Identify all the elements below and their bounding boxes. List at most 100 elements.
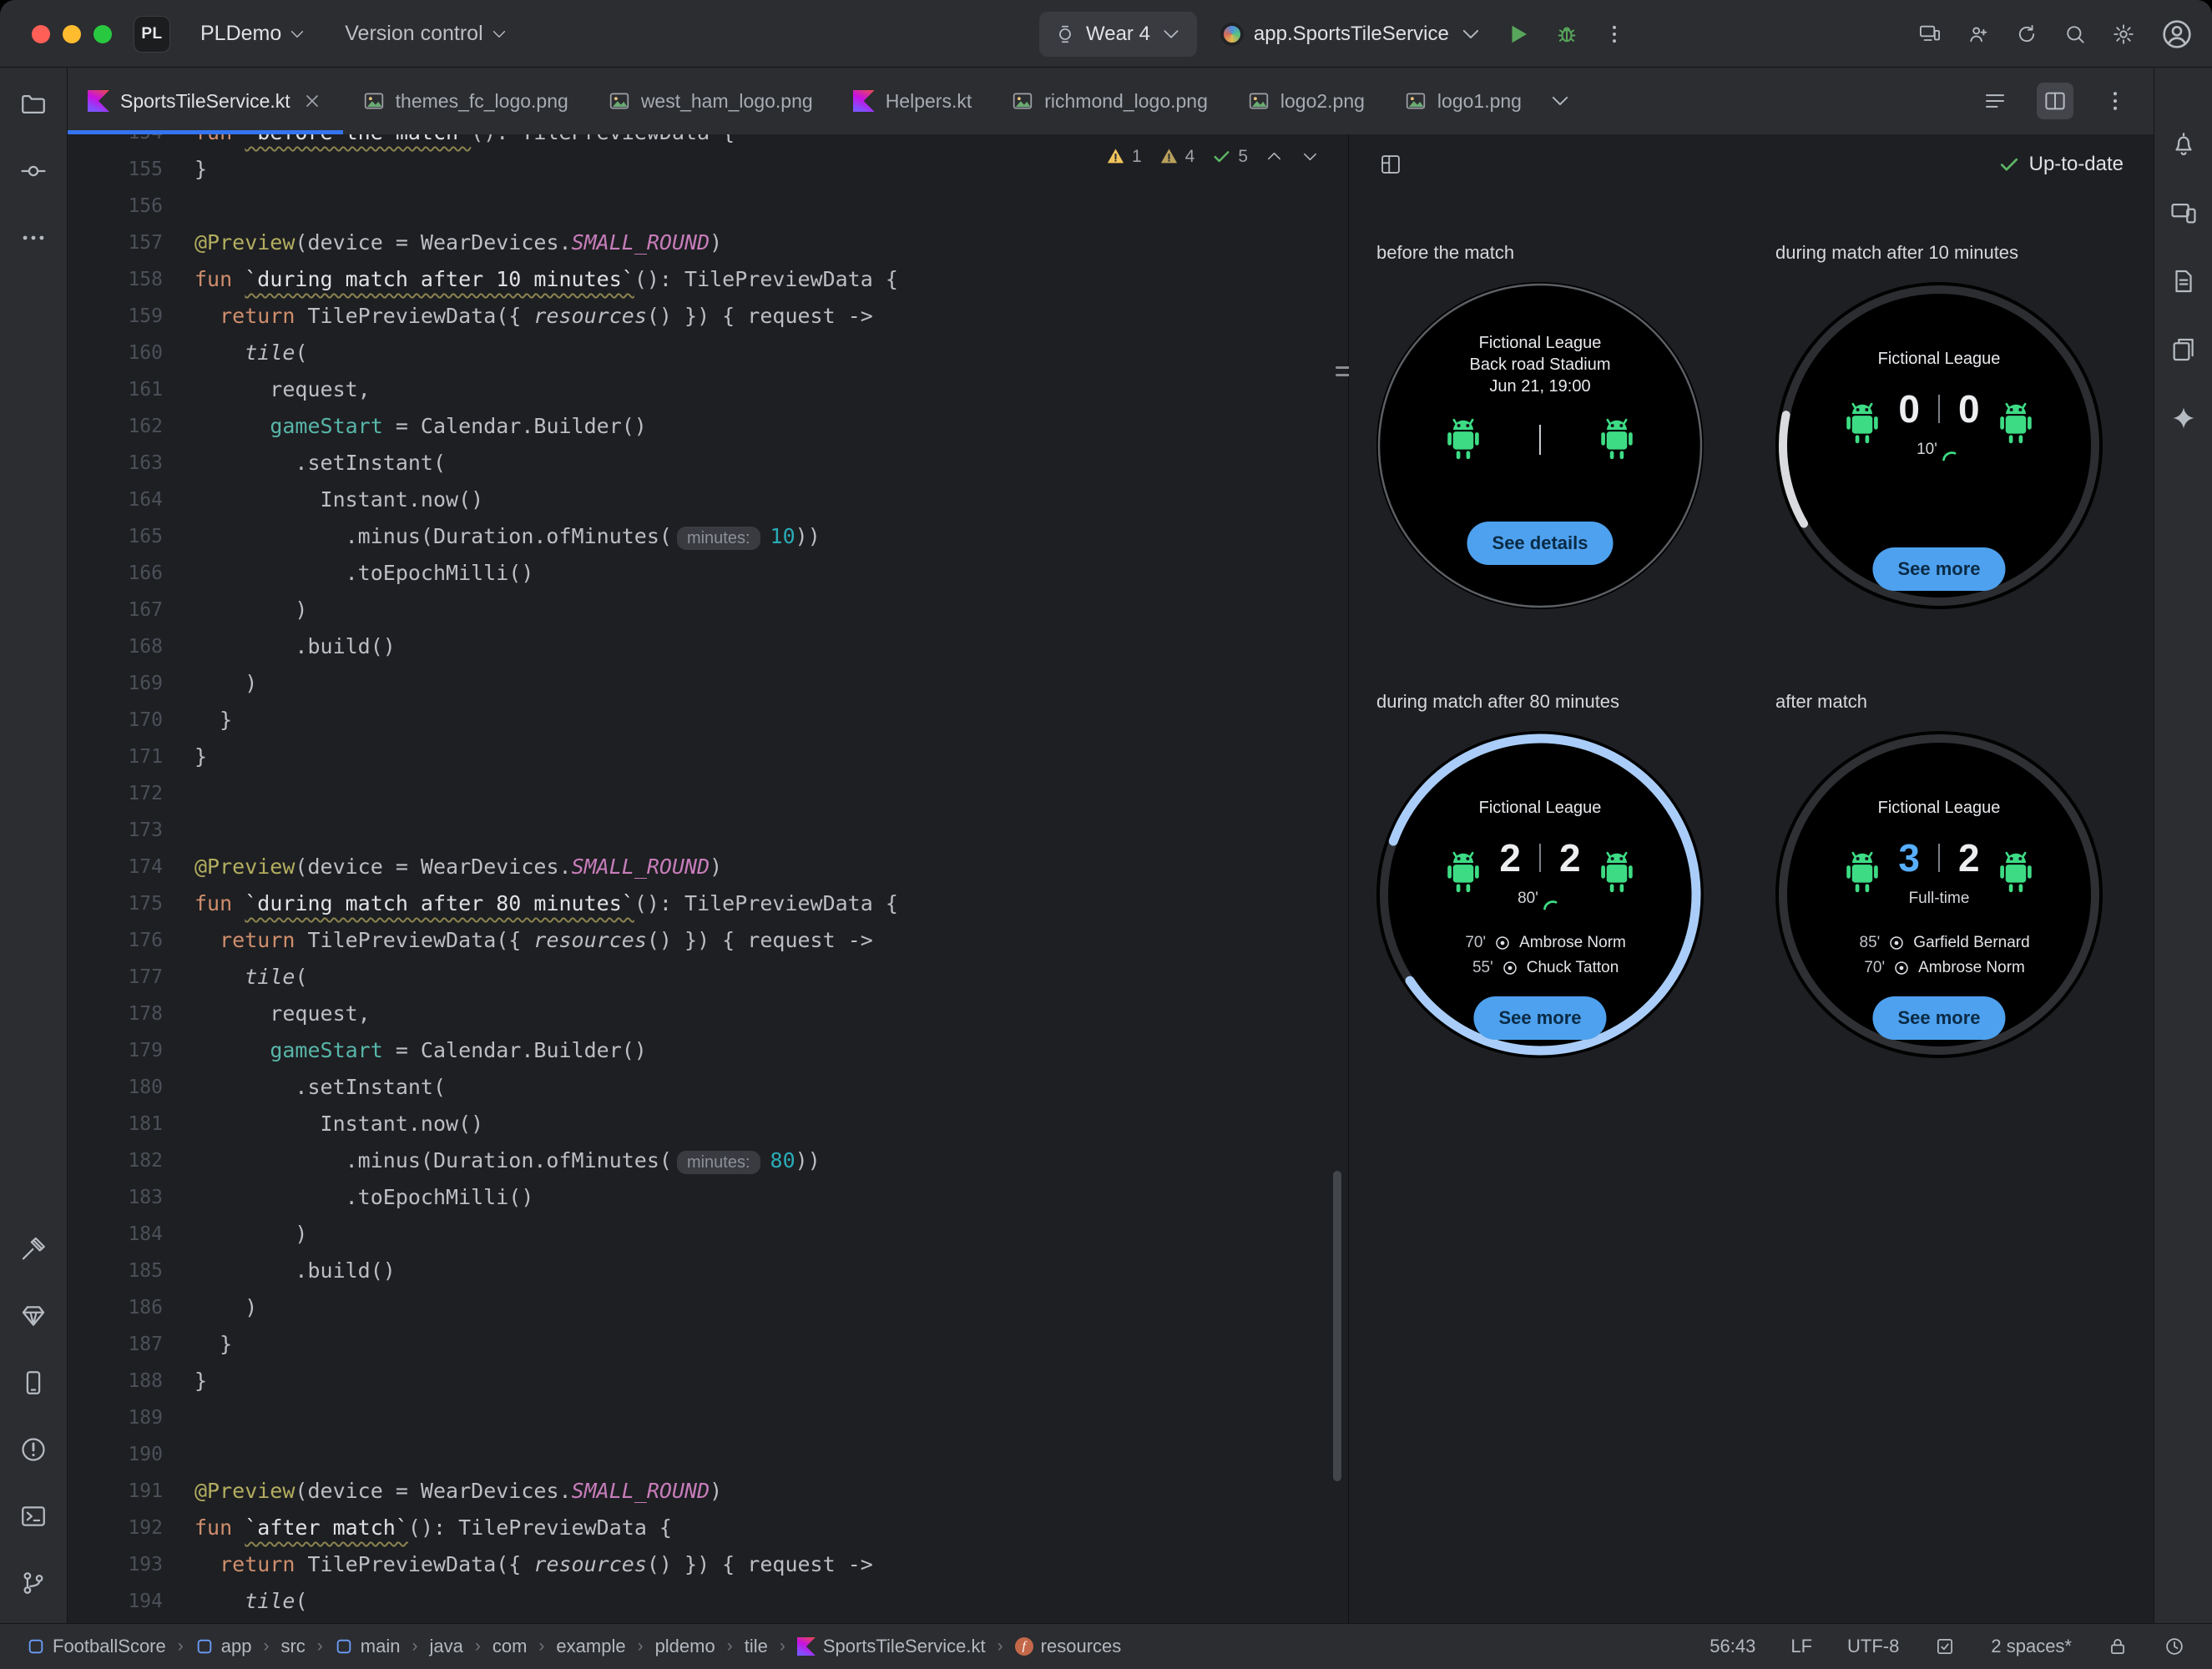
code-text[interactable]: } <box>194 702 1348 739</box>
line-number[interactable]: 183 <box>68 1179 194 1216</box>
close-icon[interactable] <box>301 90 323 112</box>
line-number[interactable]: 179 <box>68 1032 194 1069</box>
file-encoding[interactable]: UTF-8 <box>1847 1636 1899 1657</box>
breadcrumb-com[interactable]: com <box>492 1636 528 1657</box>
tool-problems[interactable] <box>12 1428 55 1471</box>
breadcrumb-java[interactable]: java <box>429 1636 462 1657</box>
user-avatar[interactable] <box>2160 18 2194 51</box>
code-text[interactable] <box>194 1436 1348 1473</box>
code-text[interactable]: .toEpochMilli() <box>194 555 1348 592</box>
code-text[interactable]: } <box>194 1326 1348 1363</box>
code-text[interactable] <box>194 812 1348 849</box>
tab-themes_fc_logo.png[interactable]: themes_fc_logo.png <box>343 68 588 134</box>
line-number[interactable]: 169 <box>68 665 194 702</box>
more-actions-button[interactable] <box>1603 23 1626 46</box>
watch-face[interactable]: Fictional League 2 2 80' 70' Ambrose Norm 55' C… <box>1376 731 1704 1058</box>
line-number[interactable]: 194 <box>68 1583 194 1620</box>
breadcrumb-SportsTileService.kt[interactable]: SportsTileService.kt <box>796 1636 986 1657</box>
line-number[interactable]: 178 <box>68 996 194 1032</box>
tile-action-button[interactable]: See details <box>1467 522 1614 565</box>
code-text[interactable]: @Preview(device = WearDevices.SMALL_ROUN… <box>194 1473 1348 1510</box>
line-number[interactable]: 185 <box>68 1253 194 1289</box>
code-text[interactable]: } <box>194 1363 1348 1399</box>
watch-face[interactable]: Fictional League 0 0 10' See more <box>1775 282 2103 609</box>
background-tasks-icon[interactable] <box>2164 1636 2185 1657</box>
tab-west_ham_logo.png[interactable]: west_ham_logo.png <box>588 68 833 134</box>
line-number[interactable]: 163 <box>68 445 194 482</box>
code-text[interactable]: gameStart = Calendar.Builder() <box>194 408 1348 445</box>
code-text[interactable]: tile( <box>194 1583 1348 1620</box>
tile-action-button[interactable]: See more <box>1872 547 2006 591</box>
code-text[interactable]: ) <box>194 1216 1348 1253</box>
code-text[interactable] <box>194 775 1348 812</box>
line-number[interactable]: 180 <box>68 1069 194 1106</box>
window-zoom-button[interactable] <box>93 24 112 43</box>
tool-terminal[interactable] <box>12 1495 55 1538</box>
code-text[interactable]: request, <box>194 996 1348 1032</box>
line-number[interactable]: 193 <box>68 1546 194 1583</box>
code-text[interactable]: .minus(Duration.ofMinutes(minutes: 10)) <box>194 518 1348 555</box>
line-number[interactable]: 159 <box>68 298 194 335</box>
tool-build[interactable] <box>12 1228 55 1271</box>
readonly-lock-icon[interactable] <box>2107 1636 2129 1657</box>
tile-action-button[interactable]: See more <box>1473 996 1607 1040</box>
hidden-tabs-chevron-icon[interactable] <box>1542 68 1578 134</box>
code-text[interactable]: .setInstant( <box>194 445 1348 482</box>
code-text[interactable]: ) <box>194 1289 1348 1326</box>
code-text[interactable] <box>194 188 1348 224</box>
code-text[interactable] <box>194 1399 1348 1436</box>
watch-face[interactable]: Fictional League Back road Stadium Jun 21,… <box>1376 282 1704 609</box>
code-text[interactable]: fun `after match`(): TilePreviewData { <box>194 1510 1348 1546</box>
search-icon[interactable] <box>2063 23 2087 46</box>
tab-logo2.png[interactable]: logo2.png <box>1228 68 1385 134</box>
editor-scrollbar[interactable] <box>1333 1171 1341 1481</box>
inspection-weak-warning[interactable]: 4 <box>1159 146 1194 167</box>
code-text[interactable]: return TilePreviewData({ resources() }) … <box>194 298 1348 335</box>
code-text[interactable]: fun `during match after 80 minutes`(): T… <box>194 885 1348 922</box>
line-number[interactable]: 158 <box>68 261 194 298</box>
indent-style[interactable]: 2 spaces* <box>1991 1636 2072 1657</box>
code-text[interactable]: .setInstant( <box>194 1069 1348 1106</box>
editor-options-icon[interactable] <box>2097 83 2134 119</box>
device-selector[interactable]: Wear 4 <box>1039 11 1197 57</box>
line-number[interactable]: 160 <box>68 335 194 371</box>
line-number[interactable]: 190 <box>68 1436 194 1473</box>
code-text[interactable]: .build() <box>194 628 1348 665</box>
breadcrumb-main[interactable]: main <box>335 1636 400 1657</box>
breadcrumb-FootballScore[interactable]: FootballScore <box>27 1636 166 1657</box>
device-mirro[interactable] <box>1918 23 1942 46</box>
project-icon[interactable]: PL <box>134 15 170 53</box>
line-number[interactable]: 172 <box>68 775 194 812</box>
window-minimize-button[interactable] <box>63 24 81 43</box>
line-number[interactable]: 156 <box>68 188 194 224</box>
breadcrumb-example[interactable]: example <box>556 1636 625 1657</box>
sync-icon[interactable] <box>2015 23 2038 46</box>
code-text[interactable]: tile( <box>194 335 1348 371</box>
cursor-position[interactable]: 56:43 <box>1710 1636 1755 1657</box>
line-number[interactable]: 177 <box>68 959 194 996</box>
run-configuration-selector[interactable]: app.SportsTileService <box>1220 22 1482 46</box>
code-text[interactable]: .minus(Duration.ofMinutes(minutes: 80)) <box>194 1142 1348 1179</box>
code-text[interactable]: ) <box>194 665 1348 702</box>
code-text[interactable]: .toEpochMilli() <box>194 1179 1348 1216</box>
tool-commit[interactable] <box>12 149 55 193</box>
tool-resource-manager[interactable] <box>12 1294 55 1338</box>
line-number[interactable]: 189 <box>68 1399 194 1436</box>
line-number[interactable]: 170 <box>68 702 194 739</box>
line-number[interactable]: 176 <box>68 922 194 959</box>
prev-problem-icon[interactable] <box>1265 147 1284 166</box>
line-separator[interactable]: LF <box>1790 1636 1812 1657</box>
code-text[interactable]: Instant.now() <box>194 1106 1348 1142</box>
line-number[interactable]: 157 <box>68 224 194 261</box>
code-text[interactable]: ) <box>194 592 1348 628</box>
code-text[interactable]: tile( <box>194 959 1348 996</box>
tab-SportsTileService.kt[interactable]: SportsTileService.kt <box>68 68 343 134</box>
tool-device-explorer[interactable] <box>2162 328 2205 371</box>
line-number[interactable]: 164 <box>68 482 194 518</box>
line-number[interactable]: 154 <box>68 134 194 151</box>
tool-version-control[interactable] <box>12 1561 55 1605</box>
code-text[interactable]: return TilePreviewData({ resources() }) … <box>194 1546 1348 1583</box>
breadcrumb-pldemo[interactable]: pldemo <box>655 1636 715 1657</box>
code-text[interactable]: gameStart = Calendar.Builder() <box>194 1032 1348 1069</box>
code-text[interactable]: fun `during match after 10 minutes`(): T… <box>194 261 1348 298</box>
